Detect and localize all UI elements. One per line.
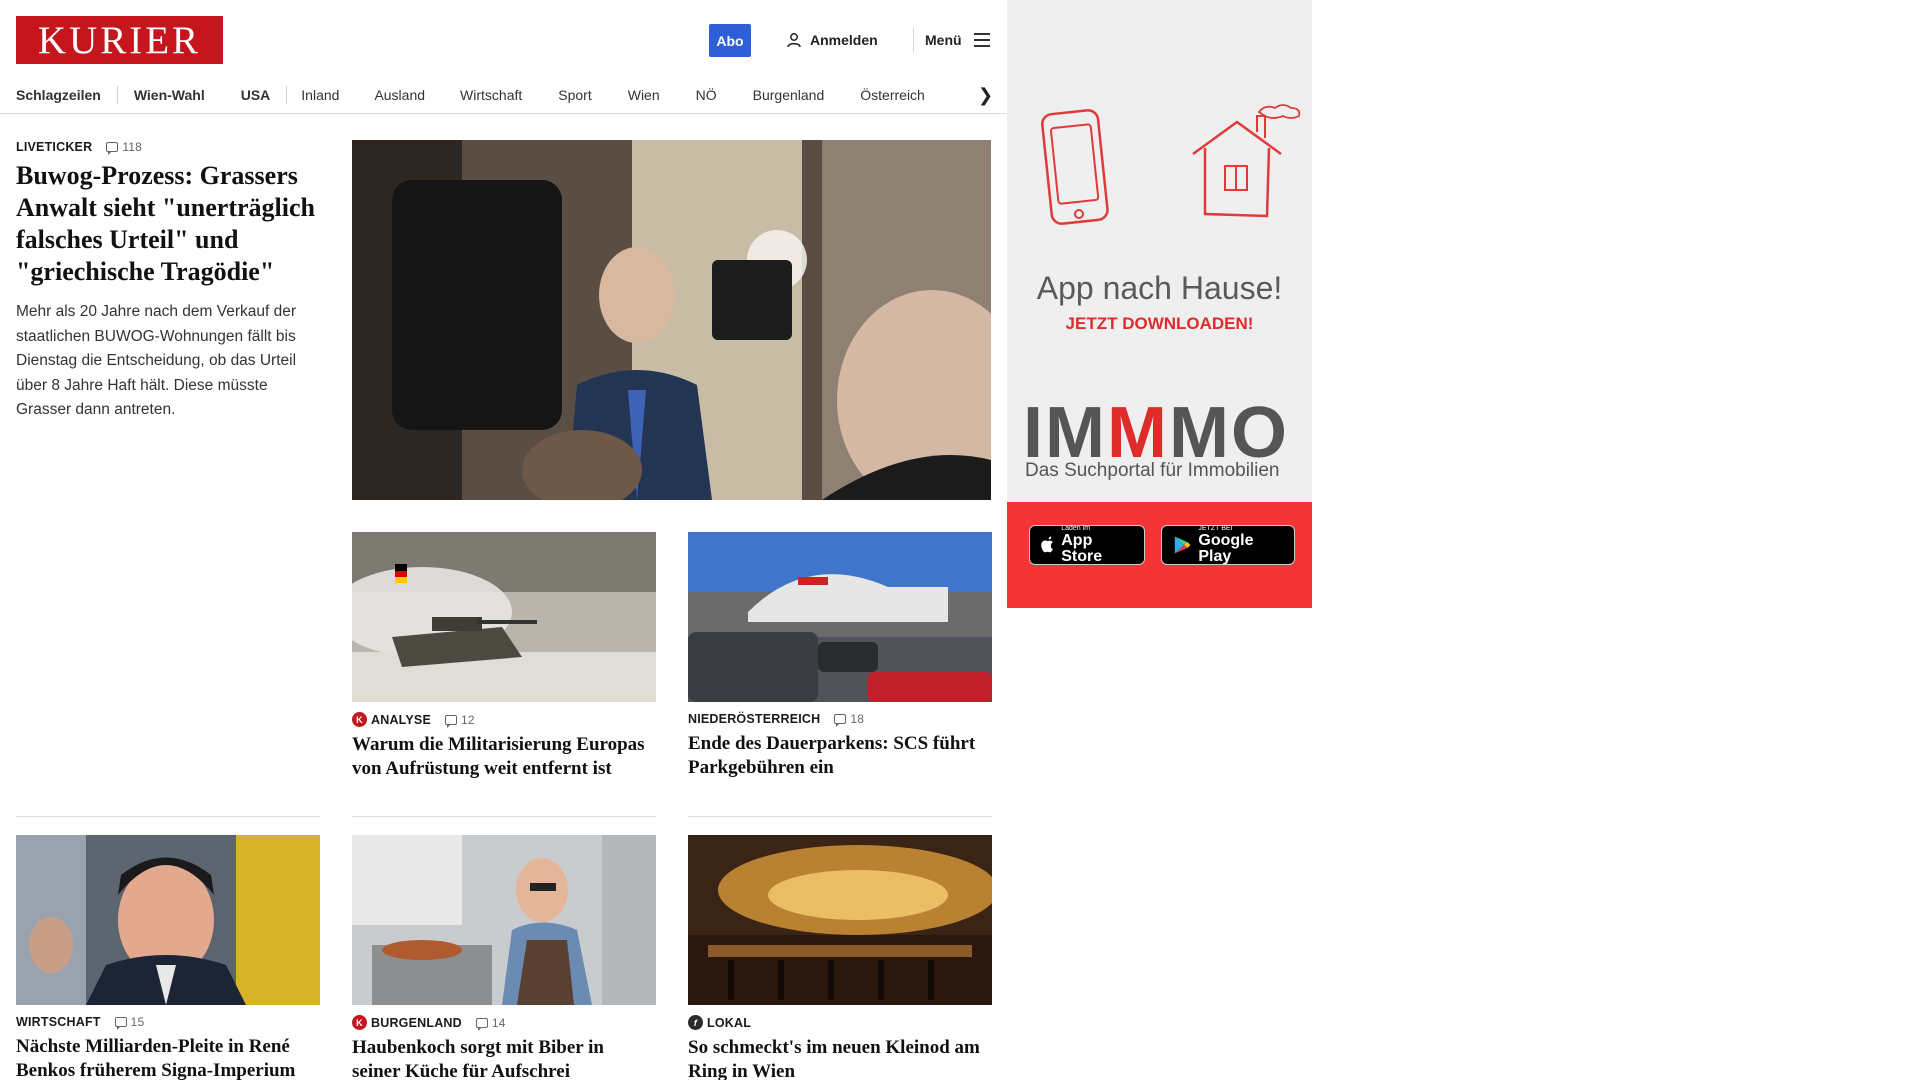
nav-separator: [286, 85, 288, 104]
comment-count[interactable]: 12: [444, 713, 475, 728]
ad-cta[interactable]: JETZT DOWNLOADEN!: [1007, 314, 1312, 334]
app-store-button[interactable]: Laden im App Store: [1029, 525, 1145, 565]
comment-icon: [106, 142, 119, 155]
kicker-label: LIVETICKER: [16, 140, 93, 154]
comment-icon: [834, 714, 847, 727]
divider: [688, 816, 992, 817]
article-card[interactable]: NIEDERÖSTERREICH 18 Ende des Dauerparken…: [688, 532, 992, 780]
user-icon: [787, 33, 801, 48]
article-image[interactable]: [352, 532, 656, 702]
immmo-ad[interactable]: App nach Hause! JETZT DOWNLOADEN! IMMMO …: [1007, 0, 1312, 608]
login-button[interactable]: Anmelden: [786, 28, 878, 52]
kurier-plus-badge: K: [352, 712, 367, 727]
nav-item-oesterreich[interactable]: Österreich: [860, 87, 925, 103]
card-kicker: K ANALYSE 12: [352, 712, 656, 728]
divider: [352, 816, 656, 817]
card-kicker: K BURGENLAND 14: [352, 1015, 656, 1031]
comment-count[interactable]: 15: [114, 1015, 145, 1030]
chevron-right-icon[interactable]: ❯: [978, 85, 993, 106]
card-headline[interactable]: Nächste Milliarden-Pleite in René Benkos…: [16, 1035, 320, 1080]
nav-item-inland[interactable]: Inland: [301, 87, 339, 103]
card-kicker: WIRTSCHAFT 15: [16, 1015, 145, 1030]
ad-tagline: Das Suchportal für Immobilien: [1025, 460, 1280, 481]
divider: [16, 816, 320, 817]
google-play-button[interactable]: JETZT BEI Google Play: [1161, 525, 1295, 565]
article-card[interactable]: f LOKAL So schmeckt's im neuen Kleinod a…: [688, 835, 992, 1080]
comment-count[interactable]: 14: [475, 1016, 506, 1031]
nav-item-wien[interactable]: Wien: [628, 87, 660, 103]
lead-image[interactable]: [352, 140, 991, 500]
article-image[interactable]: [688, 835, 992, 1005]
article-image[interactable]: [16, 835, 320, 1005]
card-kicker: f LOKAL: [688, 1015, 992, 1030]
nav-item-wirtschaft[interactable]: Wirtschaft: [460, 87, 522, 103]
card-headline[interactable]: So schmeckt's im neuen Kleinod am Ring i…: [688, 1036, 992, 1080]
header-divider: [913, 28, 914, 52]
card-headline[interactable]: Ende des Dauerparkens: SCS führt Parkgeb…: [688, 732, 992, 780]
nav-item-schlagzeilen[interactable]: Schlagzeilen: [16, 87, 101, 103]
nav-item-noe[interactable]: NÖ: [696, 87, 717, 103]
comment-icon: [444, 714, 457, 728]
article-image[interactable]: [688, 532, 992, 702]
article-card[interactable]: WIRTSCHAFT 15 Nächste Milliarden-Pleite …: [16, 835, 320, 1080]
abo-button[interactable]: Abo: [709, 24, 751, 57]
menu-label: Menü: [925, 32, 962, 48]
ad-headline: App nach Hause!: [1036, 270, 1283, 306]
lead-headline[interactable]: Buwog-Prozess: Grassers Anwalt sieht "un…: [16, 160, 322, 288]
comment-count[interactable]: 118: [106, 140, 142, 155]
nav-item-wien-wahl[interactable]: Wien-Wahl: [134, 87, 205, 103]
kurier-logo[interactable]: KURIER: [16, 16, 223, 64]
card-kicker: NIEDERÖSTERREICH 18: [688, 712, 865, 727]
nav-item-sport[interactable]: Sport: [558, 87, 591, 103]
site-header: KURIER Abo Anmelden Menü: [0, 0, 1007, 76]
card-headline[interactable]: Haubenkoch sorgt mit Biber in seiner Küc…: [352, 1036, 656, 1080]
nav-item-burgenland[interactable]: Burgenland: [753, 87, 825, 103]
nav-item-usa[interactable]: USA: [241, 87, 271, 103]
nav-separator: [116, 85, 118, 104]
lead-kicker: LIVETICKER 118: [16, 140, 322, 155]
lead-article[interactable]: LIVETICKER 118 Buwog-Prozess: Grassers A…: [16, 140, 322, 423]
section-nav: Schlagzeilen Wien-Wahl USA Inland Auslan…: [0, 76, 1007, 114]
hamburger-icon: [973, 33, 990, 47]
article-image[interactable]: [352, 835, 656, 1005]
kurier-plus-badge: K: [352, 1015, 367, 1030]
comment-count[interactable]: 18: [834, 712, 864, 727]
apple-icon: [1041, 536, 1053, 553]
login-label: Anmelden: [810, 32, 878, 48]
comment-icon: [114, 1017, 127, 1030]
menu-button[interactable]: Menü: [925, 28, 990, 52]
comment-icon: [475, 1017, 488, 1031]
card-headline[interactable]: Warum die Militarisierung Europas von Au…: [352, 733, 656, 781]
lead-teaser: Mehr als 20 Jahre nach dem Verkauf der s…: [16, 303, 297, 418]
news-page: KURIER Abo Anmelden Menü Schlagzeilen Wi…: [0, 0, 1007, 1080]
nav-item-ausland[interactable]: Ausland: [374, 87, 425, 103]
falstaff-badge: f: [688, 1015, 703, 1030]
google-play-icon: [1174, 536, 1191, 554]
house-illustration: [1192, 104, 1301, 218]
phone-illustration: [1041, 109, 1109, 225]
article-card[interactable]: K BURGENLAND 14 Haubenkoch sorgt mit Bib…: [352, 835, 656, 1080]
article-card[interactable]: K ANALYSE 12 Warum die Militarisierung E…: [352, 532, 656, 781]
